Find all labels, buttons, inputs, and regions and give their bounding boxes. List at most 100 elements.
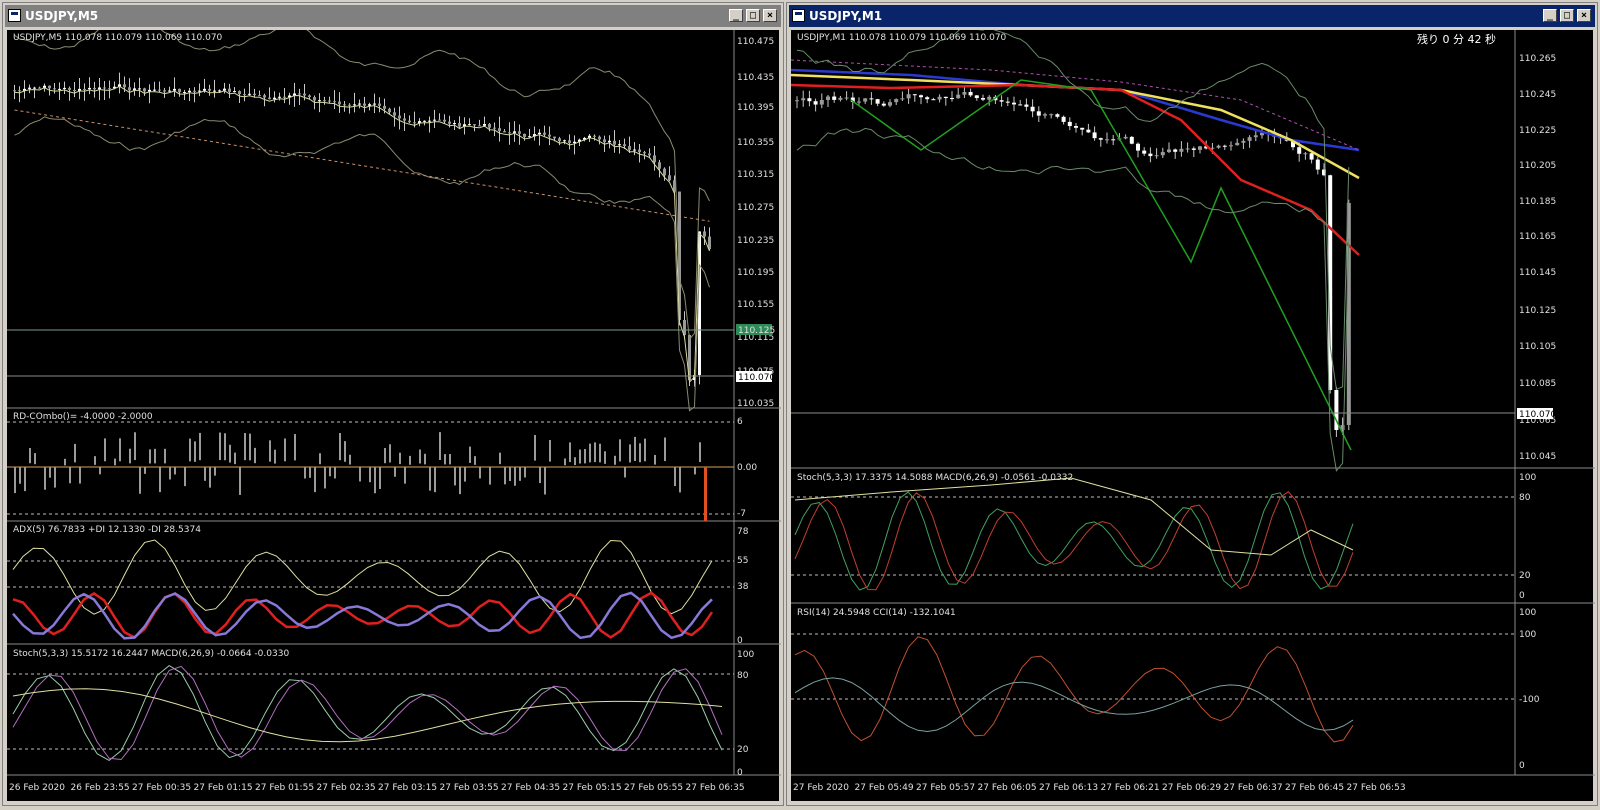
- candle-body: [603, 139, 606, 143]
- candle-body: [1080, 127, 1085, 130]
- minimize-button[interactable]: _: [729, 9, 743, 22]
- candle-body: [838, 97, 843, 100]
- candle-body: [248, 93, 251, 95]
- stoch-main-line: [12, 664, 723, 762]
- candle-body: [962, 91, 967, 95]
- rd-bar: [334, 467, 336, 479]
- time-label-5: 27 Feb 02:35: [317, 783, 376, 793]
- candle-body: [163, 90, 166, 92]
- stoch-axis-label-2: 20: [1519, 571, 1531, 581]
- rd-bar: [679, 467, 681, 493]
- rd-bar: [369, 467, 371, 483]
- macd-line: [12, 688, 723, 743]
- candle-body: [198, 90, 201, 92]
- candle-body: [28, 87, 31, 89]
- bollinger-upper: [14, 15, 710, 341]
- candle-body: [925, 97, 930, 100]
- chart-canvas-m1[interactable]: USDJPY,M1 110.078 110.079 110.069 110.07…: [790, 25, 1595, 803]
- time-label-7: 27 Feb 03:55: [440, 783, 499, 793]
- chart-window-m5[interactable]: USDJPY,M5 _ □ × USDJPY,M5 110.078 110.07…: [2, 2, 784, 806]
- candle-body: [38, 87, 41, 89]
- rd-bar: [514, 467, 516, 486]
- candle-body: [408, 120, 411, 123]
- rd-bar: [434, 467, 436, 493]
- rd-bar: [479, 467, 481, 479]
- candle-body: [383, 105, 386, 109]
- candle-body: [863, 98, 868, 102]
- window-titlebar-m5[interactable]: USDJPY,M5 _ □ ×: [5, 5, 781, 27]
- candle-body: [900, 98, 905, 100]
- rd-bar: [199, 432, 201, 461]
- maximize-button[interactable]: □: [746, 9, 760, 22]
- stoch-axis-label-1: 80: [1519, 493, 1531, 503]
- candle-body: [143, 88, 146, 92]
- rd-bar: [44, 467, 46, 490]
- stoch-axis-m1: 100 80 20 0: [1519, 473, 1536, 601]
- candle-body: [1303, 153, 1308, 155]
- candle-body: [328, 100, 331, 102]
- last-price-label-m5: 110.070: [738, 373, 775, 383]
- maximize-button[interactable]: □: [1560, 9, 1574, 22]
- rd-bar: [229, 444, 231, 463]
- candle-body: [1315, 159, 1320, 170]
- rd-bar: [634, 436, 636, 461]
- rd-bar: [599, 443, 601, 463]
- candle-body: [303, 93, 306, 96]
- candle-body: [658, 162, 661, 169]
- window-titlebar-m1[interactable]: USDJPY,M1 _ □ ×: [789, 5, 1595, 27]
- rd-bar: [239, 467, 241, 495]
- time-label-10: 27 Feb 05:55: [624, 783, 683, 793]
- candle-body: [73, 89, 76, 92]
- time-label-6: 27 Feb 06:29: [1162, 783, 1221, 793]
- candle-body: [1111, 139, 1116, 141]
- chart-canvas-m5[interactable]: USDJPY,M5 110.078 110.079 110.069 110.07…: [7, 15, 781, 803]
- close-button[interactable]: ×: [1577, 9, 1591, 22]
- time-label-9: 27 Feb 05:15: [563, 783, 622, 793]
- rd-bar: [54, 467, 56, 488]
- candle-body: [238, 91, 241, 95]
- candle-body: [53, 88, 56, 90]
- candle-body: [508, 132, 511, 134]
- chart-window-m1[interactable]: USDJPY,M1 _ □ × USDJPY,M1 110.078 110.07…: [786, 2, 1598, 806]
- candle-body: [153, 89, 156, 91]
- candle-body: [968, 91, 973, 96]
- candle-body: [523, 133, 526, 137]
- rd-bar: [274, 449, 276, 464]
- rd-bar: [444, 454, 446, 465]
- candle-body: [1049, 114, 1054, 116]
- stoch-macd-panel-m5: [7, 664, 734, 762]
- close-button[interactable]: ×: [763, 9, 777, 22]
- rd-bar: [569, 442, 571, 463]
- candle-body: [974, 95, 979, 99]
- adx-axis-label-3: 0: [737, 636, 743, 646]
- rd-bar: [174, 467, 176, 475]
- rd-bar: [674, 467, 676, 487]
- candle-body: [931, 99, 936, 101]
- stoch-axis-label-1: 80: [737, 671, 749, 681]
- candle-body: [488, 124, 491, 128]
- rd-bar: [14, 467, 16, 494]
- rd-bar: [304, 467, 306, 479]
- rd-bar: [319, 453, 321, 465]
- rd-bar: [309, 467, 311, 478]
- candle-body: [188, 90, 191, 93]
- chart-svg-m5[interactable]: USDJPY,M5 110.078 110.079 110.069 110.07…: [7, 15, 781, 803]
- candle-body: [478, 125, 481, 127]
- candle-body: [653, 155, 656, 163]
- chart-window-icon: [792, 9, 805, 22]
- candle-body: [1346, 202, 1351, 425]
- time-label-7: 27 Feb 06:37: [1224, 783, 1283, 793]
- candle-body: [553, 136, 556, 139]
- candle-body: [438, 119, 441, 121]
- time-label-1: 27 Feb 05:49: [855, 783, 914, 793]
- chart-svg-m1[interactable]: USDJPY,M1 110.078 110.079 110.069 110.07…: [790, 25, 1595, 803]
- candle-body: [103, 87, 106, 89]
- candle-body: [648, 153, 651, 156]
- candle-body: [348, 104, 351, 106]
- ma-red: [790, 83, 1360, 256]
- rd-bar: [149, 449, 151, 464]
- bollinger-lower: [14, 116, 710, 412]
- rd-bar: [619, 439, 621, 462]
- candle-body: [801, 98, 806, 101]
- minimize-button[interactable]: _: [1543, 9, 1557, 22]
